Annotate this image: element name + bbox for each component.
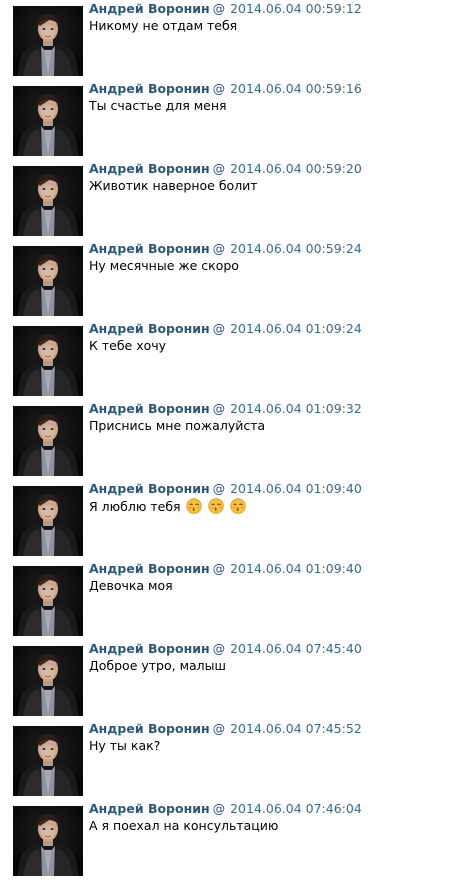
message-item: Андрей Воронин @ 2014.06.04 01:09:32 Прис… xyxy=(0,400,462,480)
message-text-body: Я люблю тебя xyxy=(89,499,181,514)
at-sign: @ xyxy=(212,401,226,416)
message-timestamp: 2014.06.04 00:59:16 xyxy=(230,81,362,96)
message-text: Я люблю тебя xyxy=(89,498,246,514)
message-item: Андрей Воронин @ 2014.06.04 01:09:24 К те… xyxy=(0,320,462,400)
at-sign: @ xyxy=(212,721,226,736)
avatar[interactable] xyxy=(13,246,83,316)
message-text: А я поехал на консультацию xyxy=(89,818,278,834)
message-timestamp: 2014.06.04 07:46:04 xyxy=(230,801,362,816)
avatar[interactable] xyxy=(13,726,83,796)
message-text-body: К тебе хочу xyxy=(89,338,167,353)
message-item: Андрей Воронин @ 2014.06.04 07:45:52 Ну т… xyxy=(0,720,462,800)
message-timestamp: 2014.06.04 00:59:12 xyxy=(230,1,362,16)
kissing-face-emoji xyxy=(207,498,224,514)
author-name[interactable]: Андрей Воронин xyxy=(89,161,210,176)
message-text: К тебе хочу xyxy=(89,338,166,354)
message-text-body: Доброе утро, малыш xyxy=(89,658,226,673)
message-header: Андрей Воронин @ 2014.06.04 00:59:12 xyxy=(89,1,362,17)
at-sign: @ xyxy=(212,561,226,576)
message-timestamp: 2014.06.04 01:09:32 xyxy=(230,401,362,416)
message-header: Андрей Воронин @ 2014.06.04 07:46:04 xyxy=(89,801,362,817)
author-name[interactable]: Андрей Воронин xyxy=(89,241,210,256)
author-name[interactable]: Андрей Воронин xyxy=(89,1,210,16)
avatar[interactable] xyxy=(13,326,83,396)
message-text-body: Ты счастье для меня xyxy=(89,98,227,113)
at-sign: @ xyxy=(212,161,226,176)
emoji-group xyxy=(181,498,246,514)
message-item: Андрей Воронин @ 2014.06.04 07:46:04 А я … xyxy=(0,800,462,880)
message-text: Приснись мне пожалуйста xyxy=(89,418,265,434)
message-text-body: Приснись мне пожалуйста xyxy=(89,418,266,433)
message-item: Андрей Воронин @ 2014.06.04 01:09:40 Я лю… xyxy=(0,480,462,560)
at-sign: @ xyxy=(212,1,226,16)
message-text: Ну месячные же скоро xyxy=(89,258,239,274)
message-header: Андрей Воронин @ 2014.06.04 01:09:24 xyxy=(89,321,362,337)
message-header: Андрей Воронин @ 2014.06.04 01:09:40 xyxy=(89,481,362,497)
message-header: Андрей Воронин @ 2014.06.04 01:09:40 xyxy=(89,561,362,577)
message-item: Андрей Воронин @ 2014.06.04 00:59:16 Ты с… xyxy=(0,80,462,160)
avatar[interactable] xyxy=(13,406,83,476)
message-text-body: А я поехал на консультацию xyxy=(89,818,279,833)
message-text: Ты счастье для меня xyxy=(89,98,227,114)
message-timestamp: 2014.06.04 01:09:24 xyxy=(230,321,362,336)
avatar[interactable] xyxy=(13,566,83,636)
message-text-body: Девочка моя xyxy=(89,578,173,593)
message-timestamp: 2014.06.04 07:45:52 xyxy=(230,721,362,736)
avatar[interactable] xyxy=(13,6,83,76)
message-header: Андрей Воронин @ 2014.06.04 00:59:20 xyxy=(89,161,362,177)
at-sign: @ xyxy=(212,801,226,816)
message-item: Андрей Воронин @ 2014.06.04 00:59:20 Живо… xyxy=(0,160,462,240)
author-name[interactable]: Андрей Воронин xyxy=(89,641,210,656)
message-item: Андрей Воронин @ 2014.06.04 01:09:40 Дево… xyxy=(0,560,462,640)
avatar[interactable] xyxy=(13,486,83,556)
author-name[interactable]: Андрей Воронин xyxy=(89,321,210,336)
avatar[interactable] xyxy=(13,86,83,156)
message-text: Доброе утро, малыш xyxy=(89,658,226,674)
message-item: Андрей Воронин @ 2014.06.04 07:45:40 Добр… xyxy=(0,640,462,720)
message-timestamp: 2014.06.04 00:59:20 xyxy=(230,161,362,176)
avatar[interactable] xyxy=(13,166,83,236)
kissing-face-emoji xyxy=(185,498,202,514)
message-header: Андрей Воронин @ 2014.06.04 07:45:52 xyxy=(89,721,362,737)
at-sign: @ xyxy=(212,321,226,336)
message-header: Андрей Воронин @ 2014.06.04 07:45:40 xyxy=(89,641,362,657)
message-text: Животик наверное болит xyxy=(89,178,258,194)
kissing-face-emoji xyxy=(229,498,246,514)
message-header: Андрей Воронин @ 2014.06.04 00:59:16 xyxy=(89,81,362,97)
message-text: Ну ты как? xyxy=(89,738,160,754)
message-item: Андрей Воронин @ 2014.06.04 00:59:12 Нико… xyxy=(0,0,462,80)
author-name[interactable]: Андрей Воронин xyxy=(89,401,210,416)
message-timestamp: 2014.06.04 01:09:40 xyxy=(230,481,362,496)
message-text: Девочка моя xyxy=(89,578,173,594)
message-text: Никому не отдам тебя xyxy=(89,18,237,34)
message-timestamp: 2014.06.04 07:45:40 xyxy=(230,641,362,656)
message-header: Андрей Воронин @ 2014.06.04 01:09:32 xyxy=(89,401,362,417)
author-name[interactable]: Андрей Воронин xyxy=(89,561,210,576)
at-sign: @ xyxy=(212,241,226,256)
message-item: Андрей Воронин @ 2014.06.04 00:59:24 Ну м… xyxy=(0,240,462,320)
at-sign: @ xyxy=(212,481,226,496)
author-name[interactable]: Андрей Воронин xyxy=(89,81,210,96)
message-text-body: Ну месячные же скоро xyxy=(89,258,239,273)
message-text-body: Никому не отдам тебя xyxy=(89,18,238,33)
message-text-body: Животик наверное болит xyxy=(89,178,258,193)
message-header: Андрей Воронин @ 2014.06.04 00:59:24 xyxy=(89,241,362,257)
avatar[interactable] xyxy=(13,646,83,716)
author-name[interactable]: Андрей Воронин xyxy=(89,721,210,736)
message-timestamp: 2014.06.04 00:59:24 xyxy=(230,241,362,256)
message-timestamp: 2014.06.04 01:09:40 xyxy=(230,561,362,576)
avatar[interactable] xyxy=(13,806,83,876)
message-text-body: Ну ты как? xyxy=(89,738,161,753)
author-name[interactable]: Андрей Воронин xyxy=(89,481,210,496)
at-sign: @ xyxy=(212,81,226,96)
at-sign: @ xyxy=(212,641,226,656)
author-name[interactable]: Андрей Воронин xyxy=(89,801,210,816)
